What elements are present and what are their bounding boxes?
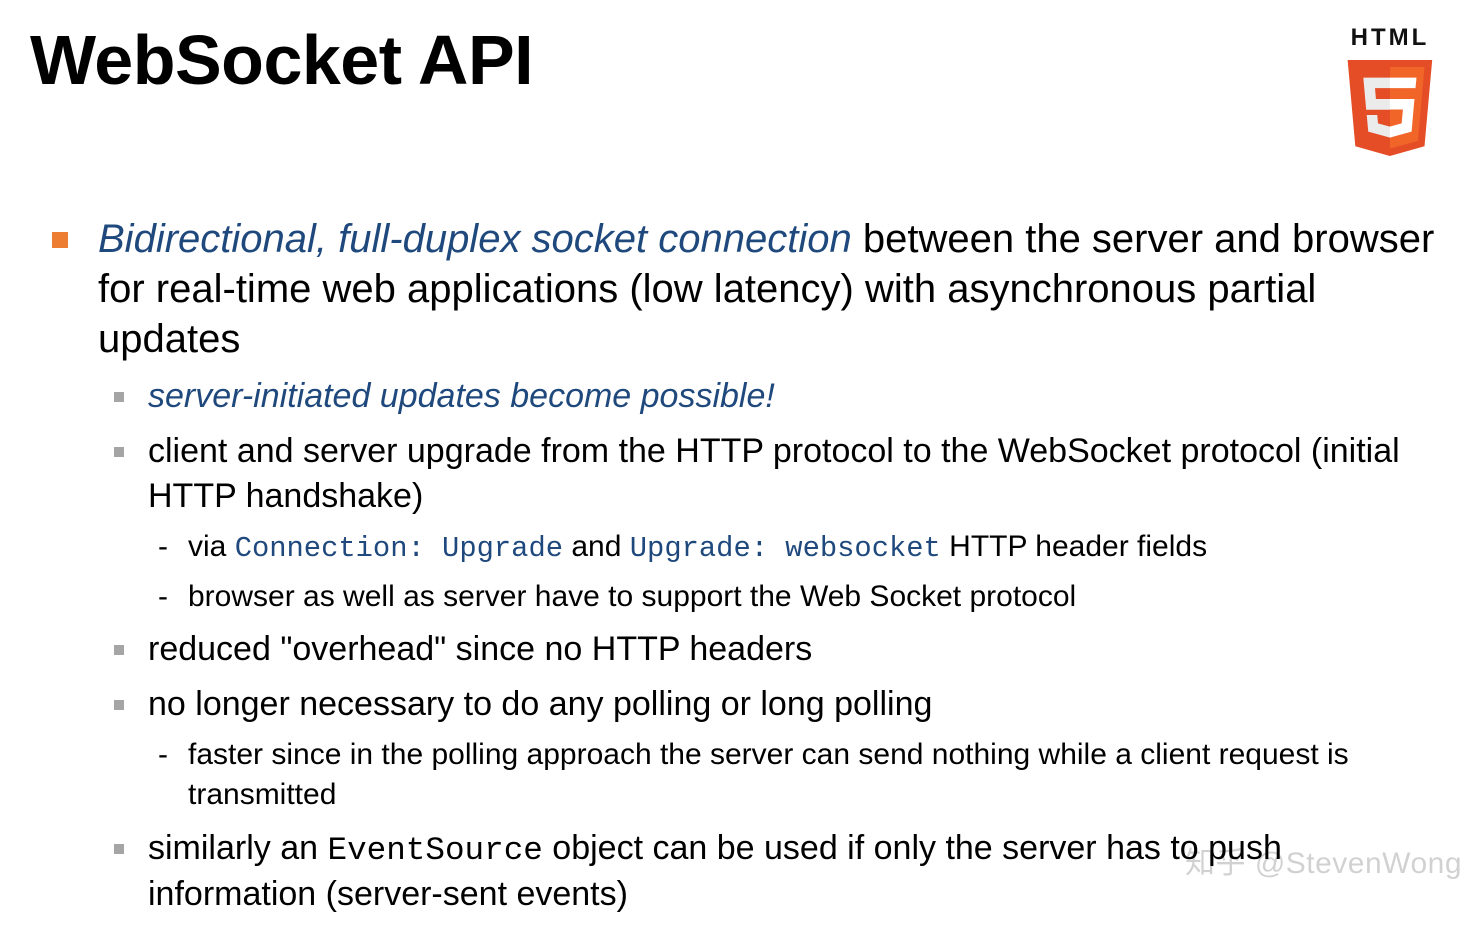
bullet-main-emph: Bidirectional, full-duplex socket connec… xyxy=(98,217,852,261)
title-row: WebSocket API HTML xyxy=(30,20,1450,162)
sub-bullet-4-prefix: similarly an xyxy=(148,829,327,867)
ssb-1-0-suffix: HTTP header fields xyxy=(941,530,1207,563)
ssb-1-1-text: browser as well as server have to suppor… xyxy=(188,580,1076,613)
sub-bullet-1-text: client and server upgrade from the HTTP … xyxy=(148,432,1400,515)
sub-bullet-3-text: no longer necessary to do any polling or… xyxy=(148,685,932,723)
subsub-bullet-1-0: via Connection: Upgrade and Upgrade: web… xyxy=(148,527,1450,569)
html5-logo: HTML xyxy=(1342,24,1438,162)
ssb-1-0-code2: Upgrade: websocket xyxy=(630,532,941,565)
sub-bullet-2: reduced "overhead" since no HTTP headers xyxy=(98,627,1450,672)
sub-bullet-0-emph: server-initiated updates become possible… xyxy=(148,377,775,415)
slide-container: WebSocket API HTML Bidirectional, full-d… xyxy=(0,0,1480,943)
ssb-1-0-prefix: via xyxy=(188,530,235,563)
watermark-text: 知乎 @StevenWong xyxy=(1185,838,1462,882)
slide-title: WebSocket API xyxy=(30,20,533,100)
ssb-3-0-text: faster since in the polling approach the… xyxy=(188,738,1349,812)
html5-shield-icon xyxy=(1342,54,1438,162)
sub-bullet-0: server-initiated updates become possible… xyxy=(98,374,1450,419)
sub-bullet-1: client and server upgrade from the HTTP … xyxy=(98,429,1450,617)
ssb-1-0-mid: and xyxy=(563,530,630,563)
bullet-level-1: Bidirectional, full-duplex socket connec… xyxy=(40,214,1450,917)
sub-bullet-2-text: reduced "overhead" since no HTTP headers xyxy=(148,630,812,668)
bullet-level-2: server-initiated updates become possible… xyxy=(98,374,1450,917)
subsub-bullet-1-1: browser as well as server have to suppor… xyxy=(148,577,1450,618)
bullet-level-3: via Connection: Upgrade and Upgrade: web… xyxy=(148,527,1450,617)
bullet-main: Bidirectional, full-duplex socket connec… xyxy=(40,214,1450,917)
ssb-1-0-code1: Connection: Upgrade xyxy=(235,532,563,565)
sub-bullet-3: no longer necessary to do any polling or… xyxy=(98,682,1450,816)
sub-bullet-4-code: EventSource xyxy=(327,832,542,869)
bullet-level-3b: faster since in the polling approach the… xyxy=(148,735,1450,816)
slide-content: Bidirectional, full-duplex socket connec… xyxy=(30,214,1450,917)
subsub-bullet-3-0: faster since in the polling approach the… xyxy=(148,735,1450,816)
html5-logo-text: HTML xyxy=(1351,24,1430,52)
